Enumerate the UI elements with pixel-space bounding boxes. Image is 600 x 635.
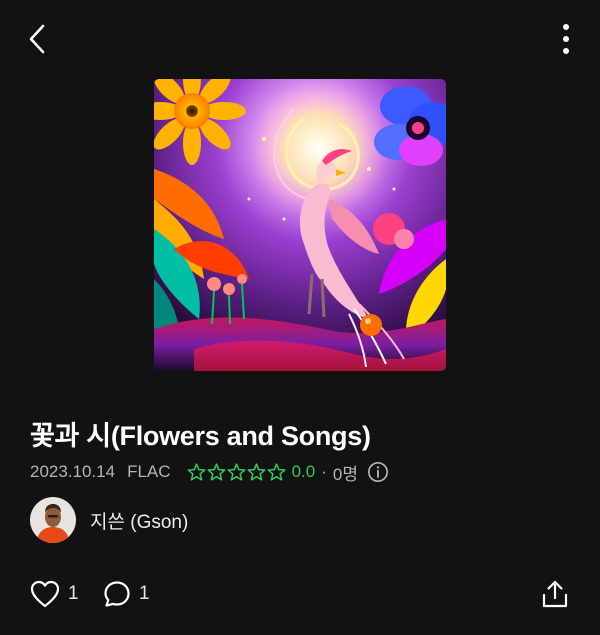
heart-icon <box>30 580 60 608</box>
separator-dot: · <box>321 462 327 481</box>
info-circle-icon <box>367 462 388 482</box>
release-date: 2023.10.14 <box>30 462 116 481</box>
top-bar <box>0 0 600 76</box>
rating-voter-count: 0명 <box>332 464 358 484</box>
star-outline-icon <box>187 463 206 481</box>
like-button[interactable]: 1 <box>30 580 79 608</box>
track-title: 꽃과 시(Flowers and Songs) <box>30 421 371 451</box>
star-outline-icon <box>207 463 226 481</box>
comment-button[interactable]: 1 <box>103 580 150 608</box>
comment-bubble-icon <box>104 581 130 607</box>
artist-avatar-image <box>30 497 76 543</box>
more-options-button[interactable] <box>554 20 578 58</box>
rating-stars[interactable] <box>187 463 286 481</box>
action-bar: 1 1 <box>0 576 600 616</box>
vertical-ellipsis-icon <box>563 24 569 54</box>
artist-row[interactable]: 지쓴 (Gson) <box>30 496 188 544</box>
comment-count: 1 <box>139 583 150 604</box>
star-outline-icon <box>247 463 266 481</box>
rating-value: 0.0 <box>291 462 316 481</box>
star-outline-icon <box>267 463 286 481</box>
share-button[interactable] <box>540 578 570 610</box>
audio-format: FLAC <box>127 462 171 481</box>
album-art-image <box>154 79 446 371</box>
star-outline-icon <box>227 463 246 481</box>
artist-avatar <box>30 497 76 543</box>
share-icon <box>542 580 568 608</box>
rating-info-button[interactable] <box>367 461 389 483</box>
like-count: 1 <box>68 583 79 604</box>
chevron-left-icon <box>29 24 45 54</box>
back-button[interactable] <box>22 22 52 56</box>
album-art[interactable] <box>154 79 446 371</box>
track-meta-row: 2023.10.14 FLAC 0.0 · 0명 <box>30 460 389 484</box>
artist-name: 지쓴 (Gson) <box>90 511 189 533</box>
